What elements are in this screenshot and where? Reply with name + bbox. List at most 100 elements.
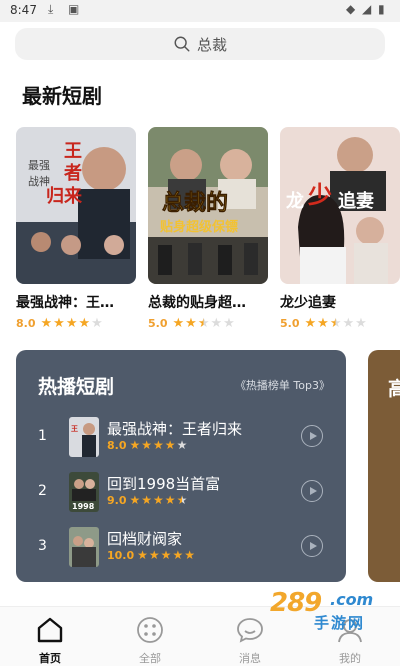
tab-label: 我的 — [339, 652, 361, 665]
star-icon: ★ — [141, 493, 153, 507]
next-panel-title: 高 — [388, 378, 400, 400]
star-icon: ★ — [176, 438, 188, 452]
star-icon: ★ — [53, 316, 65, 331]
drama-title[interactable]: 龙少追妻 — [280, 292, 395, 312]
tab-all[interactable]: 全部 — [115, 615, 185, 666]
star-icon: ★ — [91, 316, 103, 331]
rating-stars: ★ ★ ★ ★ ★ — [130, 439, 188, 452]
svg-text:者: 者 — [63, 163, 82, 184]
svg-text:战神: 战神 — [28, 174, 50, 188]
star-icon: ★ — [176, 493, 188, 507]
home-icon — [37, 617, 63, 643]
star-icon: ★ — [197, 316, 210, 331]
rating-stars: ★ ★ ★ ★ ★ — [137, 549, 195, 562]
rating-score: 9.0 — [107, 494, 127, 507]
star-icon: ★ — [355, 316, 367, 331]
latest-section-title: 最新短剧 — [22, 84, 102, 108]
drama-card[interactable]: 王 者 归来 最强 战神 最强战神：王… 8.0 ★ ★ ★ ★ ★ — [16, 127, 136, 330]
hot-thumbnail — [69, 527, 99, 567]
svg-text:总裁的: 总裁的 — [162, 190, 228, 216]
rating-score: 5.0 — [280, 317, 300, 330]
hot-thumbnail: 王 — [69, 417, 99, 457]
svg-text:追妻: 追妻 — [338, 190, 374, 212]
drama-card[interactable]: 龙 少 追妻 龙少追妻 5.0 ★ ★ ★ ★ ★ — [280, 127, 400, 330]
hot-dramas-panel[interactable]: 热播短剧 《热播榜单 Top3》 1 王 最强战神：王者归来 8.0 ★ ★ ★ ★ ★… — [16, 350, 346, 582]
star-icon: ★ — [210, 316, 223, 331]
rating-score: 5.0 — [148, 317, 168, 330]
tab-profile[interactable]: 我的 — [315, 615, 385, 666]
svg-text:王: 王 — [71, 425, 78, 433]
drama-title[interactable]: 最强战神：王… — [16, 292, 131, 312]
hot-thumbnail-text: 1998 — [72, 502, 95, 511]
signal-icon: ◢ — [362, 2, 372, 16]
svg-text:归来: 归来 — [46, 185, 83, 207]
drama-poster[interactable]: 总裁的 贴身超级保镖 — [148, 127, 268, 284]
rating-stars: ★ ★ ★ ★ ★ — [305, 317, 367, 330]
tab-label: 消息 — [239, 652, 261, 665]
tab-label: 首页 — [39, 652, 61, 665]
search-bar[interactable]: 总裁 — [15, 28, 385, 60]
star-icon: ★ — [164, 438, 176, 452]
svg-text:王: 王 — [64, 141, 82, 162]
poster-image-3: 龙 少 追妻 — [280, 127, 400, 284]
search-placeholder: 总裁 — [196, 35, 227, 54]
star-icon: ★ — [317, 316, 329, 331]
drama-title[interactable]: 总裁的贴身超… — [148, 292, 263, 312]
hot-list-item[interactable]: 1 王 最强战神：王者归来 8.0 ★ ★ ★ ★ ★ — [16, 415, 346, 459]
wifi-icon: ◆ — [346, 2, 356, 16]
star-icon: ★ — [172, 548, 184, 562]
hot-list-item[interactable]: 2 1998 回到1998当首富 9.0 ★ ★ ★ ★ ★ — [16, 470, 346, 514]
star-icon: ★ — [304, 316, 317, 331]
poster-image-2: 总裁的 贴身超级保镖 — [148, 127, 268, 284]
grid-icon — [137, 617, 163, 643]
poster-image-1: 王 者 归来 最强 战神 — [16, 127, 136, 284]
star-icon: ★ — [185, 316, 197, 331]
svg-text:最强: 最强 — [28, 159, 50, 172]
latest-list[interactable]: 王 者 归来 最强 战神 最强战神：王… 8.0 ★ ★ ★ ★ ★ 总裁的 贴… — [16, 127, 400, 337]
profile-icon — [338, 619, 362, 643]
star-icon: ★ — [129, 493, 141, 507]
rating-stars: ★ ★ ★ ★ ★ — [173, 317, 235, 330]
hot-rank-number: 2 — [38, 483, 47, 499]
tab-home[interactable]: 首页 — [15, 615, 85, 666]
status-time: 8:47 — [10, 3, 37, 17]
rating-stars: ★ ★ ★ ★ ★ — [41, 317, 103, 330]
notification-icon: ▣ — [68, 2, 80, 16]
hot-rank-number: 1 — [38, 428, 47, 444]
star-icon: ★ — [137, 548, 148, 562]
tab-label: 全部 — [139, 652, 161, 665]
star-icon: ★ — [141, 438, 153, 452]
drama-card[interactable]: 总裁的 贴身超级保镖 总裁的贴身超… 5.0 ★ ★ ★ ★ ★ — [148, 127, 268, 330]
star-icon: ★ — [153, 438, 164, 452]
play-icon[interactable] — [301, 535, 323, 557]
download-icon: ⤓ — [48, 2, 54, 16]
play-icon[interactable] — [301, 425, 323, 447]
star-icon: ★ — [164, 493, 176, 507]
star-icon: ★ — [78, 316, 91, 331]
status-bar: 8:47 ⤓ ▣ ◆ ◢ ▮ — [0, 0, 400, 22]
star-icon: ★ — [342, 316, 355, 331]
drama-rating: 5.0 ★ ★ ★ ★ ★ — [148, 317, 268, 330]
hot-drama-name: 回档财阀家 — [107, 530, 183, 548]
battery-icon: ▮ — [378, 2, 385, 16]
star-icon: ★ — [40, 316, 53, 331]
svg-text:龙: 龙 — [286, 190, 304, 212]
hot-list-item[interactable]: 3 回档财阀家 10.0 ★ ★ ★ ★ ★ — [16, 525, 346, 569]
tab-messages[interactable]: 消息 — [215, 615, 285, 666]
play-icon[interactable] — [301, 480, 323, 502]
star-icon: ★ — [223, 316, 235, 331]
star-icon: ★ — [160, 548, 172, 562]
hot-drama-name: 最强战神：王者归来 — [107, 420, 243, 438]
drama-poster[interactable]: 龙 少 追妻 — [280, 127, 400, 284]
drama-poster[interactable]: 王 者 归来 最强 战神 — [16, 127, 136, 284]
next-panel-peek[interactable]: 高 — [368, 350, 400, 582]
svg-text:少: 少 — [307, 181, 332, 209]
bottom-tab-bar: 首页 全部 消息 我的 — [0, 606, 400, 666]
rating-score: 8.0 — [16, 317, 36, 330]
hot-ranking-label[interactable]: 《热播榜单 Top3》 — [235, 377, 330, 393]
hot-drama-name: 回到1998当首富 — [107, 475, 221, 493]
star-icon: ★ — [172, 316, 185, 331]
star-icon: ★ — [148, 548, 160, 562]
star-icon: ★ — [65, 316, 78, 331]
search-icon — [174, 36, 190, 52]
